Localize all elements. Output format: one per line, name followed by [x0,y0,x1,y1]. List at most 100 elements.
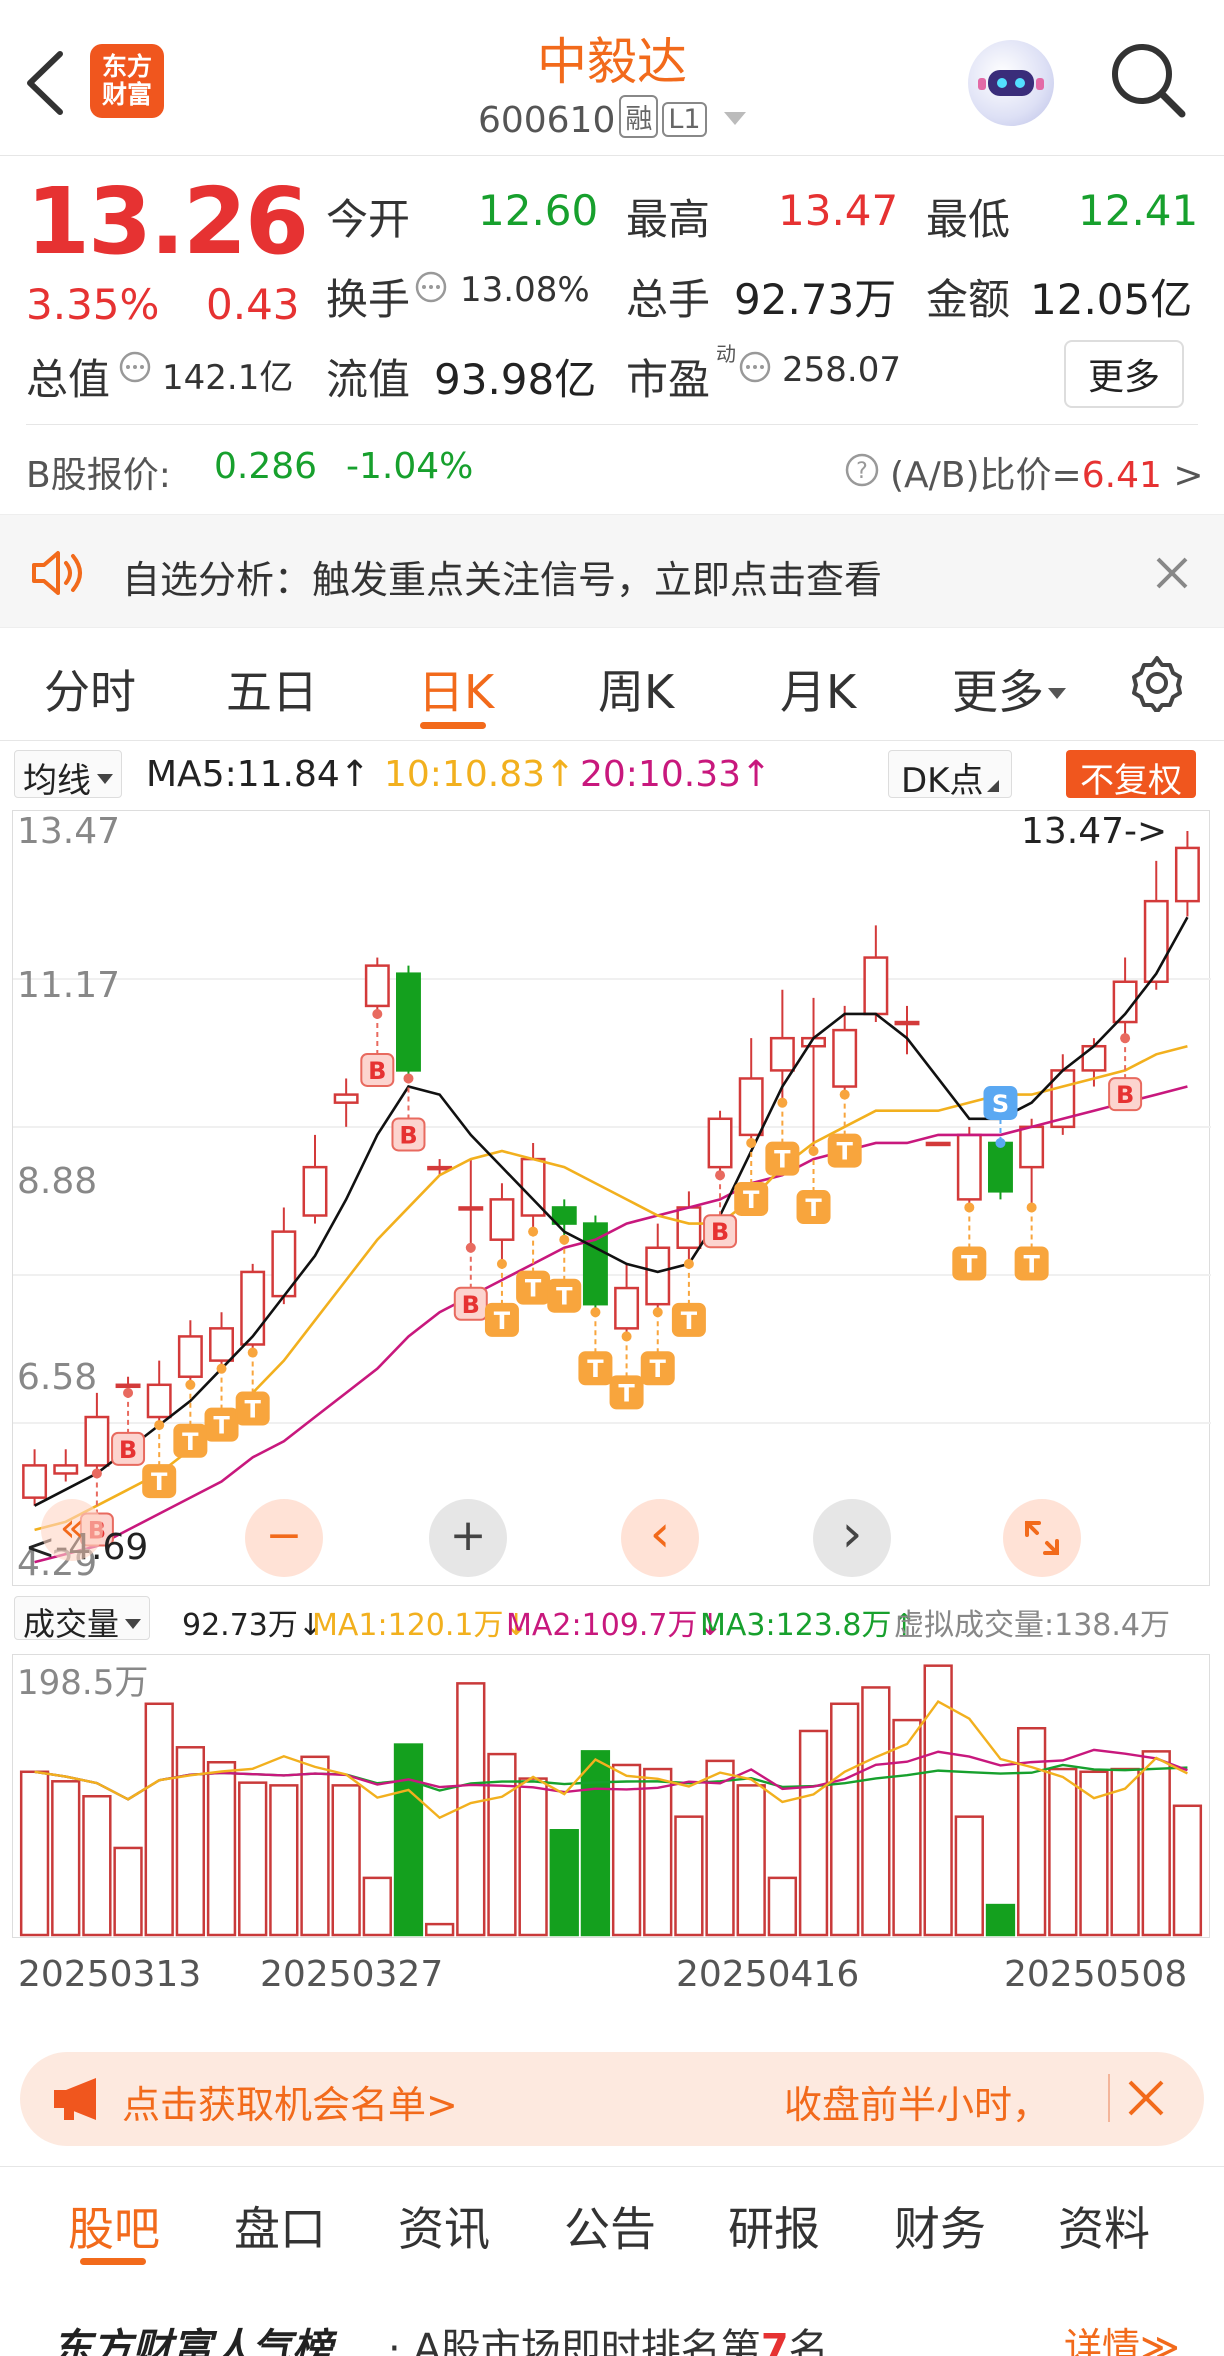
tab-weekly-k[interactable]: 周K [598,656,674,722]
ma-select-label: 均线 [23,761,91,801]
scroll-left-button[interactable]: ‹ [621,1499,699,1577]
search-icon[interactable] [1108,40,1188,120]
volume-bar [674,1815,704,1937]
volume-chart-frame[interactable]: 198.5万 [12,1654,1210,1938]
date-label: 20250508 [1004,1954,1188,1995]
candle-body [863,956,889,1016]
rank-text: · A股市场即时排名第7名 [388,2316,829,2356]
tab-research[interactable]: 研报 [728,2193,820,2259]
ma20-line [34,1085,1188,1564]
date-label: 20250416 [676,1954,860,1995]
volume-bar [798,1729,829,1937]
float-value: 93.98亿 [434,355,597,404]
marker-t-label: T [961,1250,978,1278]
zoom-in-button[interactable]: + [429,1499,507,1577]
open-label: 今开 [326,195,411,244]
rank-detail-link[interactable]: 详情≫ [1064,2316,1180,2356]
volume-bar [549,1829,579,1937]
tab-more[interactable]: 更多 [952,656,1066,722]
marker-dot [590,1307,601,1318]
bshare-price: 0.286 [214,446,318,487]
volume-bar [331,1784,361,1937]
volume-bar [985,1903,1016,1937]
candle-body [146,1383,172,1419]
pe-value: 258.07 [782,350,901,390]
jump-start-button[interactable]: « [41,1499,103,1561]
ab-ratio[interactable]: (A/B)比价=6.41 > [890,446,1204,498]
promo-banner[interactable]: 点击获取机会名单> 收盘前半小时， [20,2052,1204,2146]
bottom-tab-indicator [80,2258,146,2265]
close-icon[interactable] [1154,555,1190,595]
speaker-icon [30,549,86,601]
volume-bar [19,1770,50,1937]
marker-dot [1026,1202,1037,1213]
tab-finance[interactable]: 财务 [894,2193,986,2259]
candle-body [396,972,421,1072]
candle-body [988,1141,1013,1193]
robot-assistant-icon[interactable] [968,40,1054,126]
candle-body [427,1165,453,1171]
adjust-type-button[interactable]: 不复权 [1066,750,1196,801]
scroll-right-button[interactable]: › [813,1499,891,1577]
help-icon[interactable]: ? [844,452,880,492]
dropdown-icon[interactable] [724,94,747,135]
high-value: 13.47 [778,186,899,235]
ma10-legend: 10:10.83↑ [384,754,576,795]
indicator-select[interactable]: 成交量 [14,1596,151,1643]
tab-guba[interactable]: 股吧 [68,2193,160,2259]
volume-chart[interactable] [13,1655,1211,1939]
tab-news[interactable]: 资讯 [398,2193,490,2259]
marker-dot [185,1379,196,1390]
marker-dot [777,1097,788,1108]
volume-bar [113,1846,143,1937]
date-label: 20250327 [260,1954,444,1995]
marker-t-label: T [244,1396,261,1424]
ma-select[interactable]: 均线 [14,750,122,801]
marker-dot [715,1170,726,1181]
candle-body [832,1028,858,1088]
candle-body [302,1165,328,1217]
kline-chart[interactable]: BBTTTTBBBTTTTTTTBTTTTTSTB [13,811,1211,1587]
tab-profile[interactable]: 资料 [1058,2193,1150,2259]
rank-number: 7 [760,2326,789,2356]
kline-chart-frame[interactable]: BBTTTTBBBTTTTTTTBTTTTTSTB 13.47 11.17 8.… [12,810,1211,1587]
y-tick-6.58: 6.58 [17,1357,98,1398]
bshare-change: -1.04% [346,446,474,487]
megaphone-icon [50,2074,106,2128]
amount-value: 12.05亿 [1030,275,1193,324]
pe-sup: 动 [716,342,736,366]
marker-t-label: T [1023,1250,1040,1278]
settings-gear-icon[interactable] [1128,654,1186,716]
marker-dot [839,1089,850,1100]
fullscreen-icon[interactable] [1003,1499,1081,1577]
tab-monthly-k[interactable]: 月K [780,656,856,722]
tab-five-day[interactable]: 五日 [226,656,318,722]
pe-info-icon[interactable] [738,350,772,388]
tab-intraday[interactable]: 分时 [44,656,136,722]
marker-dot [808,1146,819,1157]
marker-t-label: T [743,1186,760,1214]
volume-bar [1048,1767,1078,1937]
rank-title: 东方财富人气榜 [52,2326,332,2356]
tab-announcements[interactable]: 公告 [564,2193,656,2259]
rank-bar[interactable]: 东方财富人气榜 · A股市场即时排名第7名 详情≫ [0,2280,1224,2356]
turnover-value: 13.08% [460,270,590,310]
tab-daily-k[interactable]: 日K [418,656,494,722]
marker-t-label: T [151,1468,168,1496]
vol-ma3-legend: MA3:123.8万↑ [700,1608,917,1643]
promo-close-icon[interactable] [1126,2078,1166,2122]
candle-body [645,1246,671,1306]
volume-value: 92.73万 [734,275,897,324]
turnover-info-icon[interactable] [414,270,448,308]
tab-more-label: 更多 [952,665,1044,719]
more-stats-button[interactable]: 更多 [1064,340,1185,408]
marker-t-label: T [213,1412,230,1440]
mktcap-info-icon[interactable] [118,350,152,388]
dk-point-select[interactable]: DK点 [888,750,1013,801]
tab-pankou[interactable]: 盘口 [234,2193,326,2259]
zoom-out-button[interactable]: − [245,1499,323,1577]
notice-bar[interactable]: 自选分析：触发重点关注信号，立即点击查看 [0,514,1224,628]
ma20-value: 20:10.33 [580,754,741,795]
pe-label: 市盈 [626,355,711,404]
candle-body [240,1270,266,1346]
